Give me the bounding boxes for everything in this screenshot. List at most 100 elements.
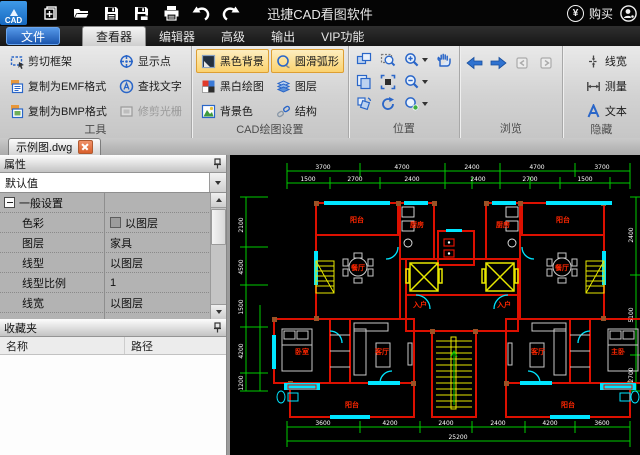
buy-button[interactable]: 购买 xyxy=(589,5,613,22)
ribbon-group-tools: 剪切框架 复制为EMF格式 复制为BMP格式 显示点 查找文字 修剪光栅 工具 xyxy=(0,46,192,138)
background-color-button[interactable]: 背景色 xyxy=(196,99,269,123)
next-view-button[interactable] xyxy=(488,53,510,73)
copy-emf-icon xyxy=(9,78,25,94)
show-points-button[interactable]: 显示点 xyxy=(114,49,187,73)
bw-drawing-button[interactable]: 黑白绘图 xyxy=(196,74,269,98)
tab-editor[interactable]: 编辑器 xyxy=(146,26,208,46)
first-page-button[interactable] xyxy=(512,53,534,73)
properties-header: 属性 xyxy=(0,155,226,173)
property-row-linetype-scale[interactable]: 线型比例 1 xyxy=(0,273,211,293)
zoom-out-dropdown[interactable] xyxy=(421,80,428,84)
structure-button[interactable]: 结构 xyxy=(271,99,344,123)
hide-text-button[interactable]: 文本 xyxy=(581,99,632,123)
zoom-previous-button[interactable] xyxy=(401,94,431,114)
properties-header-label: 属性 xyxy=(4,158,26,171)
property-grid: 一般设置 色彩 以图层 图层 家具 线型 以图层 线型比例 1 线宽 以图层 xyxy=(0,193,226,319)
save-as-button[interactable] xyxy=(131,3,151,23)
room-label: 厨房 xyxy=(410,220,424,229)
svg-text:1500: 1500 xyxy=(300,176,315,183)
tab-viewer[interactable]: 查看器 xyxy=(82,26,147,46)
undo-button[interactable] xyxy=(191,3,211,23)
properties-scrollbar[interactable] xyxy=(210,193,226,319)
find-text-icon xyxy=(119,78,135,94)
account-button[interactable] xyxy=(618,3,638,23)
layers-button[interactable]: 图层 xyxy=(271,74,344,98)
cut-frame-icon xyxy=(9,53,25,69)
zoom-window-button[interactable] xyxy=(377,50,399,70)
trim-raster-button[interactable]: 修剪光栅 xyxy=(114,99,187,123)
save-button[interactable] xyxy=(101,3,121,23)
print-button[interactable] xyxy=(161,3,181,23)
last-page-button[interactable] xyxy=(536,53,558,73)
bw-drawing-label: 黑白绘图 xyxy=(219,81,264,93)
svg-text:1200: 1200 xyxy=(238,375,245,390)
copy-emf-button[interactable]: 复制为EMF格式 xyxy=(4,74,112,98)
new-file-button[interactable] xyxy=(41,3,61,23)
favorites-col-path[interactable]: 路径 xyxy=(125,337,153,354)
preset-dropdown[interactable]: 默认值 xyxy=(0,173,226,193)
property-row-linetype[interactable]: 线型 以图层 xyxy=(0,253,211,273)
collapse-icon[interactable] xyxy=(4,197,15,208)
zoom-previous-dropdown[interactable] xyxy=(421,102,428,106)
svg-text:4200: 4200 xyxy=(382,420,397,427)
pan-button[interactable] xyxy=(433,50,455,70)
cut-frame-label: 剪切框架 xyxy=(28,56,72,68)
property-group-row[interactable]: 一般设置 xyxy=(0,193,211,213)
redo-button[interactable] xyxy=(221,3,241,23)
walls xyxy=(273,202,640,418)
zoom-in-dropdown[interactable] xyxy=(421,58,428,62)
favorites-header: 收藏夹 xyxy=(0,319,226,337)
hide-measure-button[interactable]: 测量 xyxy=(581,74,632,98)
zoom-out-button[interactable] xyxy=(401,72,431,92)
room-label: 客厅 xyxy=(530,347,545,356)
preset-dropdown-button[interactable] xyxy=(209,173,226,192)
document-tab-title: 示例图.dwg xyxy=(16,142,73,154)
svg-text:2400: 2400 xyxy=(490,420,505,427)
pin-icon[interactable] xyxy=(213,158,222,169)
currency-icon: ¥ xyxy=(566,4,584,22)
room-label: 阳台 xyxy=(556,215,570,224)
drawing-canvas[interactable]: 阳台 厨房 餐厅 厨房 阳台 餐厅 卧室 客厅 阳台 客厅 主卧 阳台 入户 入… xyxy=(230,155,640,455)
open-folder-icon xyxy=(73,9,90,19)
regen-icon xyxy=(381,97,394,110)
tab-advanced[interactable]: 高级 xyxy=(208,26,258,46)
copy-view-button[interactable] xyxy=(353,72,375,92)
arrow-left-icon xyxy=(466,56,483,70)
zoom-extents-button[interactable] xyxy=(377,72,399,92)
open-file-button[interactable] xyxy=(71,3,91,23)
tab-output[interactable]: 输出 xyxy=(258,26,308,46)
smooth-arc-button[interactable]: 圆滑弧形 xyxy=(270,49,344,73)
room-label: 卧室 xyxy=(295,347,309,356)
room-label: 客厅 xyxy=(374,347,389,356)
regen-button[interactable] xyxy=(377,94,399,114)
svg-text:2700: 2700 xyxy=(347,176,362,183)
black-background-button[interactable]: 黑色背景 xyxy=(195,49,269,73)
property-row-lineweight[interactable]: 线宽 以图层 xyxy=(0,293,211,313)
rotate-view-button[interactable] xyxy=(353,94,375,114)
scroll-down-button[interactable] xyxy=(211,304,226,319)
show-points-icon xyxy=(119,53,135,69)
scroll-up-button[interactable] xyxy=(211,193,226,208)
cut-frame-button[interactable]: 剪切框架 xyxy=(4,49,112,73)
close-tab-icon[interactable] xyxy=(78,140,94,154)
copy-bmp-button[interactable]: 复制为BMP格式 xyxy=(4,99,112,123)
property-row-layer[interactable]: 图层 家具 xyxy=(0,233,211,253)
show-points-label: 显示点 xyxy=(137,56,171,68)
tile-windows-button[interactable] xyxy=(353,50,375,70)
scrollbar-thumb[interactable] xyxy=(211,209,226,245)
zoom-out-icon xyxy=(404,75,419,89)
zoom-in-button[interactable] xyxy=(401,50,431,70)
ribbon-group-position: 位置 xyxy=(349,46,460,138)
favorites-list[interactable] xyxy=(0,355,226,455)
save-as-icon xyxy=(134,6,148,21)
app-logo[interactable]: CAD xyxy=(0,1,27,25)
favorites-col-name[interactable]: 名称 xyxy=(0,337,125,354)
tab-vip[interactable]: VIP功能 xyxy=(308,26,377,46)
menu-file[interactable]: 文件 xyxy=(6,27,61,45)
find-text-button[interactable]: 查找文字 xyxy=(114,74,187,98)
hide-lineweight-button[interactable]: 线宽 xyxy=(581,49,632,73)
property-row-color[interactable]: 色彩 以图层 xyxy=(0,213,211,233)
prev-view-button[interactable] xyxy=(464,53,486,73)
favorites-pin-icon[interactable] xyxy=(213,322,222,333)
document-tab[interactable]: 示例图.dwg xyxy=(8,138,102,155)
